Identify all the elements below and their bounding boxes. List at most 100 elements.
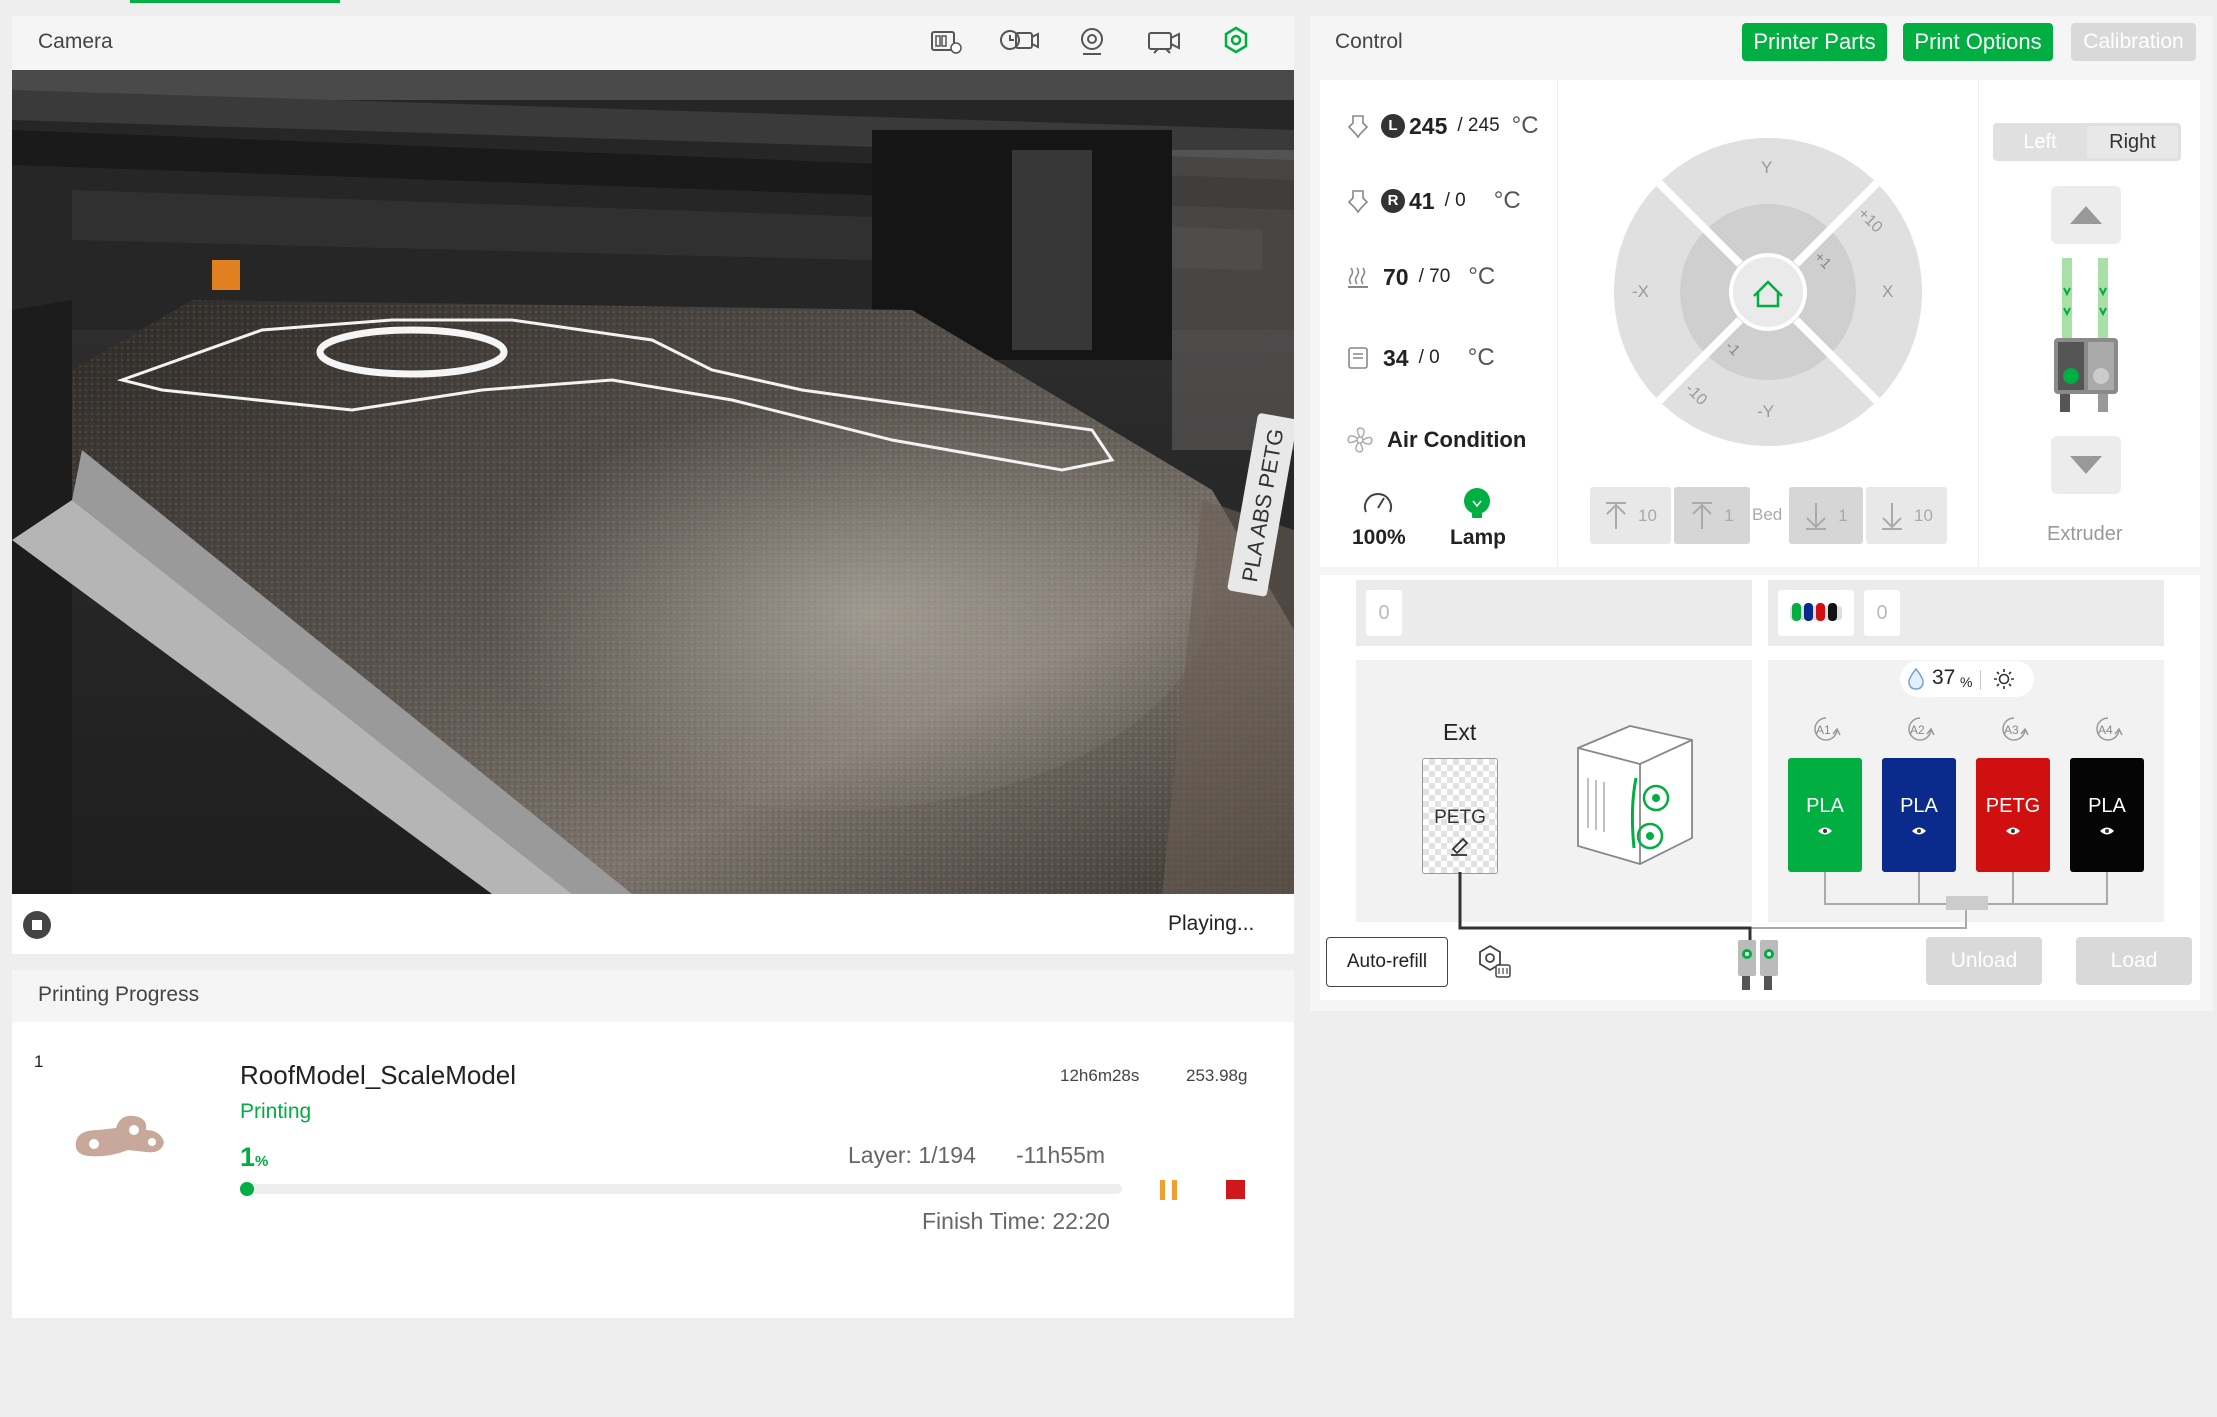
eye-icon (2100, 827, 2114, 834)
slot-a1-refresh-icon[interactable]: A1 (1809, 712, 1843, 746)
bed-unit: °C (1468, 263, 1496, 290)
slot-a3-label: A3 (2004, 723, 2019, 737)
jog-x-minus[interactable]: -X (1632, 282, 1649, 302)
finish-time: Finish Time: 22:20 (922, 1208, 1110, 1234)
ams-color-dots-icon (1790, 603, 1842, 621)
bed-temp[interactable]: 70 / 70 °C (1345, 263, 1495, 291)
nozzle-left-target: / 245 (1457, 115, 1500, 136)
ams-slot-a4[interactable]: PLA (2070, 758, 2144, 872)
arrow-down-icon (1806, 502, 1827, 530)
load-button[interactable]: Load (2076, 937, 2192, 985)
nozzle-icon (1347, 190, 1369, 214)
ams-slot-tab[interactable]: 0 (1864, 590, 1900, 636)
printer-illustration-icon (1577, 725, 1693, 865)
dual-nozzle-icon (1738, 940, 1778, 990)
auto-refill-button[interactable]: Auto-refill (1326, 937, 1448, 987)
bed-up-1-button[interactable]: 1 (1674, 487, 1750, 544)
model-thumbnail (75, 1115, 164, 1157)
nozzle-right-unit: °C (1493, 187, 1521, 214)
extruder-icon (2054, 258, 2118, 412)
progress-bar-track (240, 1182, 1122, 1196)
lamp-icon[interactable] (1460, 486, 1494, 522)
tab-printer-parts[interactable]: Printer Parts (1742, 23, 1887, 61)
tab-print-options[interactable]: Print Options (1903, 23, 2053, 61)
extruder-down-button[interactable] (2051, 436, 2121, 494)
stop-print-button[interactable] (1226, 1180, 1245, 1199)
plate-index: 1 (34, 1052, 44, 1071)
ext-filament-type: PETG (1434, 807, 1486, 828)
slot-a3-type: PETG (1985, 794, 2041, 817)
speed-gauge-icon[interactable] (1362, 488, 1394, 516)
triangle-down-icon (2070, 456, 2102, 474)
divider-a (1557, 80, 1558, 567)
unload-button[interactable]: Unload (1926, 937, 2042, 985)
slot-a3-refresh-icon[interactable]: A3 (1997, 712, 2031, 746)
humidity-unit: % (1960, 674, 1973, 690)
stop-stream-icon[interactable] (22, 910, 52, 940)
progress-bar-fill (240, 1182, 254, 1196)
bed-label: Bed (1752, 505, 1783, 524)
sd-card-icon[interactable] (928, 26, 964, 56)
progress-percent-unit: % (255, 1153, 269, 1170)
nozzle-icon (1347, 115, 1369, 139)
extruder-right-tab[interactable]: Right (2087, 126, 2178, 158)
recording-icon[interactable] (1146, 26, 1182, 56)
nozzle-right-target: / 0 (1444, 190, 1466, 211)
bed-up-1-label: 1 (1724, 505, 1734, 525)
ext-slot-tab[interactable]: 0 (1366, 590, 1402, 636)
sun-drying-icon[interactable] (1992, 667, 2016, 691)
tab-calibration[interactable]: Calibration (2071, 23, 2196, 61)
jog-x-plus[interactable]: X (1882, 282, 1893, 302)
fan-icon (1347, 427, 1373, 453)
humidity-value: 37 (1932, 666, 1956, 689)
air-condition-label: Air Condition (1387, 427, 1527, 452)
slot-a4-refresh-icon[interactable]: A4 (2091, 712, 2125, 746)
nozzle-right-temp[interactable]: R 41 / 0 °C (1345, 187, 1521, 215)
eye-icon (1912, 827, 1926, 834)
print-weight: 253.98g (1186, 1066, 1248, 1085)
arrow-up-icon (1692, 501, 1713, 529)
bed-up-10-button[interactable]: 10 (1590, 487, 1671, 544)
bed-down-1-label: 1 (1838, 505, 1848, 525)
extruder-up-button[interactable] (2051, 186, 2121, 244)
layer-info: Layer: 1/194 (848, 1142, 976, 1168)
divider-b (1978, 80, 1979, 567)
jog-y-plus[interactable]: Y (1761, 158, 1772, 178)
ams-slot-a3[interactable]: PETG (1976, 758, 2050, 872)
jog-y-minus[interactable]: -Y (1757, 402, 1774, 422)
progress-percent: 1% (240, 1142, 268, 1173)
model-name: RoofModel_ScaleModel (240, 1060, 517, 1090)
chamber-temp[interactable]: 34 / 0 °C (1345, 344, 1495, 372)
camera-settings-icon[interactable] (1218, 26, 1254, 56)
pause-icon (1160, 1180, 1165, 1200)
chamber-unit: °C (1467, 344, 1495, 371)
bed-down-10-label: 10 (1914, 505, 1933, 525)
humidity-divider (1980, 670, 1981, 690)
camera-feed: PLA ABS PETG (12, 70, 1294, 894)
ext-filament-slot[interactable]: PETG (1422, 758, 1498, 874)
progress-header: Printing Progress (12, 970, 1294, 1022)
bed-down-1-button[interactable]: 1 (1789, 487, 1863, 544)
ams-unit-tab[interactable] (1778, 590, 1854, 636)
ams-slot-a2[interactable]: PLA (1882, 758, 1956, 872)
nozzle-left-current: 245 (1409, 112, 1448, 139)
bed-down-10-button[interactable]: 10 (1866, 487, 1947, 544)
stream-status: Playing... (1168, 912, 1255, 935)
slot-a4-label: A4 (2098, 723, 2113, 737)
remaining-time: -11h55m (1016, 1142, 1106, 1168)
timelapse-icon[interactable] (998, 26, 1040, 56)
slot-a1-type: PLA (1806, 794, 1844, 817)
extruder-left-tab[interactable]: Left (1993, 123, 2087, 161)
pause-button[interactable] (1160, 1180, 1180, 1200)
air-condition-button[interactable]: Air Condition (1345, 425, 1526, 455)
nozzle-left-unit: °C (1511, 112, 1539, 139)
triangle-up-icon (2070, 206, 2102, 224)
eye-icon (2006, 827, 2020, 834)
ams-slot-a1[interactable]: PLA (1788, 758, 1862, 872)
nozzle-right-badge: R (1381, 189, 1405, 213)
webcam-icon[interactable] (1074, 26, 1110, 56)
nozzle-left-badge: L (1381, 114, 1405, 138)
slot-a2-refresh-icon[interactable]: A2 (1903, 712, 1937, 746)
nozzle-left-temp[interactable]: L 245 / 245 °C (1345, 112, 1539, 140)
ams-settings-icon[interactable] (1474, 943, 1514, 981)
